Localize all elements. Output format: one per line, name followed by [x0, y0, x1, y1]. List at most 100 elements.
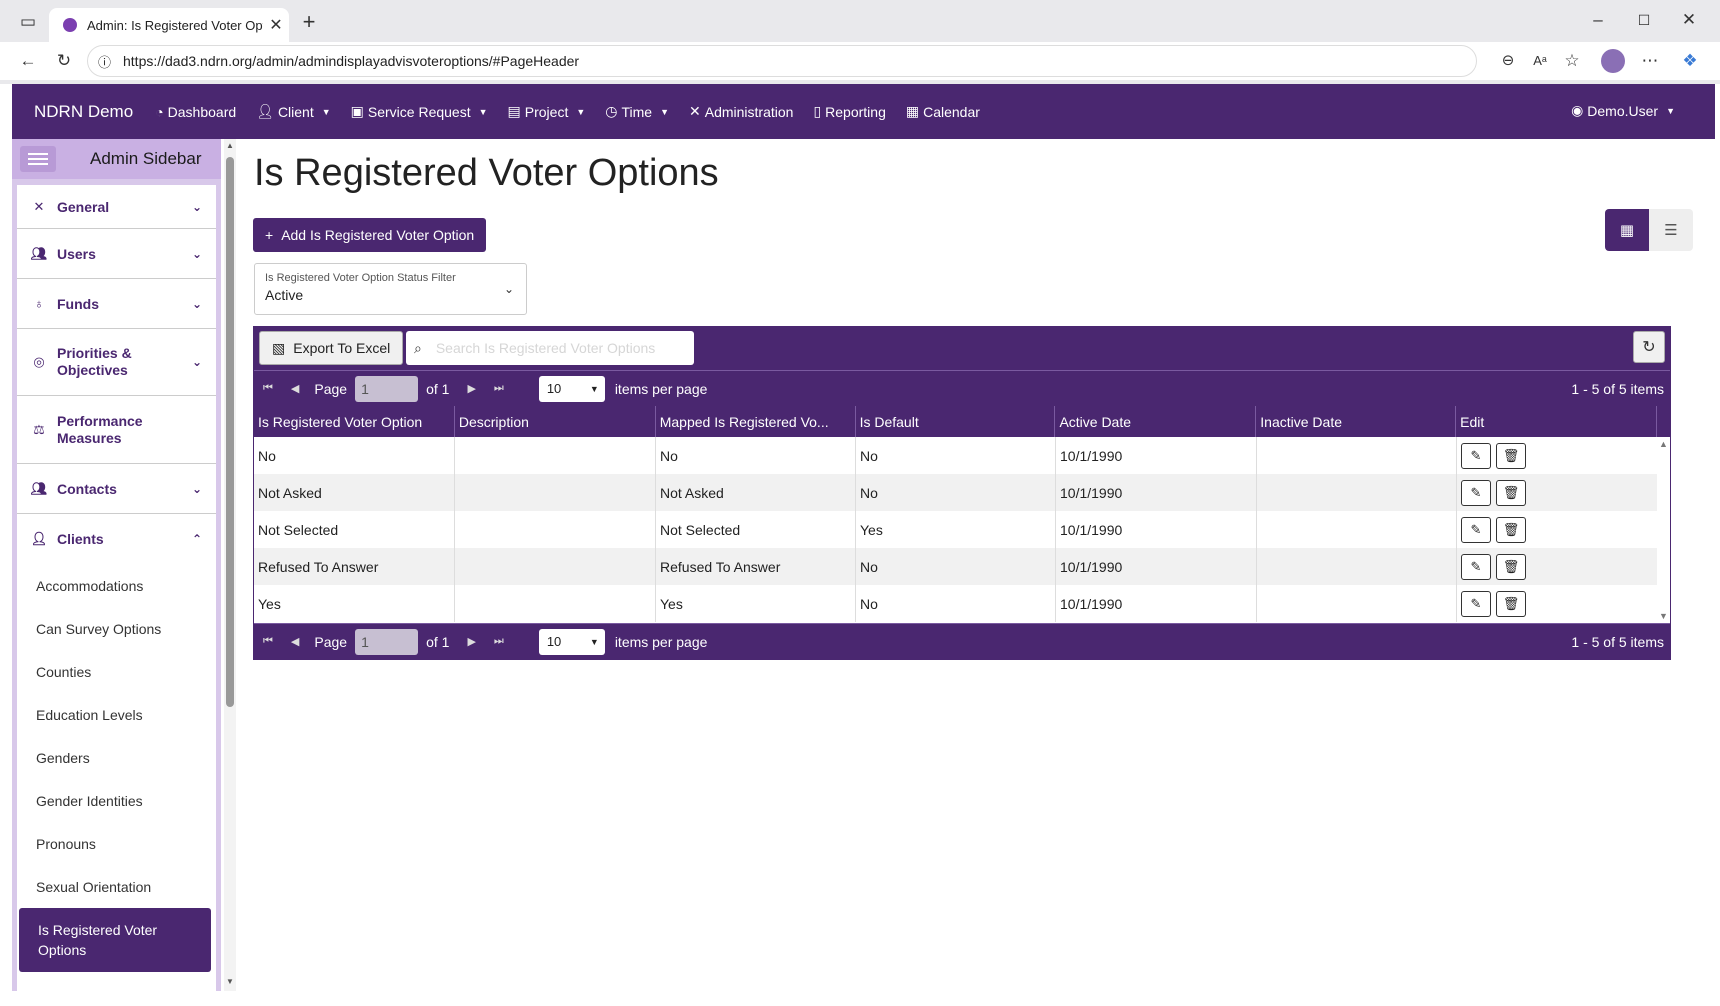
delete-icon[interactable]: 🗑︎: [1496, 590, 1526, 617]
sidebar-item-performance-measures[interactable]: ⚖︎ Performance Measures: [17, 396, 216, 464]
new-tab-icon[interactable]: +: [295, 8, 323, 36]
edit-icon[interactable]: ✎: [1461, 553, 1491, 580]
sidebar-item-funds[interactable]: ♁ Funds ⌄: [17, 279, 216, 329]
sidebar-subitem[interactable]: Accommodations: [17, 564, 216, 607]
last-page-icon[interactable]: ⏭: [494, 382, 504, 395]
sidebar-subitem[interactable]: Can Survey Options: [17, 607, 216, 650]
sidebar-scrollbar[interactable]: ▲ ▼: [224, 139, 236, 991]
sidebar-subitem[interactable]: Gender Identities: [17, 779, 216, 822]
user-icon: 👤︎: [256, 103, 274, 119]
page-size-select[interactable]: 10 ▼: [538, 628, 605, 655]
scrollbar-thumb[interactable]: [226, 157, 234, 707]
scroll-up-icon[interactable]: ▲: [226, 141, 234, 150]
filter-label: Is Registered Voter Option Status Filter: [265, 272, 456, 284]
sidebar-subitem[interactable]: Genders: [17, 736, 216, 779]
page-size-select[interactable]: 10 ▼: [538, 375, 605, 402]
minimize-icon[interactable]: –: [1584, 6, 1612, 34]
edit-icon[interactable]: ✎: [1461, 479, 1491, 506]
scroll-up-icon[interactable]: ▲: [1657, 439, 1670, 449]
browser-tab[interactable]: Admin: Is Registered Voter Option ✕: [49, 8, 289, 42]
grid-view-icon[interactable]: ▦: [1605, 209, 1649, 251]
first-page-icon[interactable]: ⏮: [263, 382, 273, 395]
sidebar-item-label: Users: [57, 245, 96, 262]
profile-avatar[interactable]: [1601, 49, 1625, 73]
sidebar-item-general[interactable]: ✕ General ⌄: [17, 185, 216, 229]
delete-icon[interactable]: 🗑︎: [1496, 516, 1526, 543]
tab-actions-icon[interactable]: ▭: [14, 8, 42, 36]
sidebar-item-priorities[interactable]: ◎ Priorities & Objectives ⌄: [17, 329, 216, 396]
sidebar-item-users[interactable]: 👥︎ Users ⌄: [17, 229, 216, 279]
dashboard-icon: ◔: [155, 103, 164, 120]
table-row: Not Asked Not Asked No 10/1/1990 ✎ 🗑︎: [254, 474, 1670, 511]
search-input[interactable]: ⌕ Search Is Registered Voter Options: [406, 331, 694, 365]
page-input[interactable]: 1: [355, 375, 419, 402]
nav-time[interactable]: ◷ Time ▼: [605, 103, 669, 120]
prev-page-icon[interactable]: ◀: [291, 635, 299, 648]
address-bar[interactable]: ⓘ https://dad3.ndrn.org/admin/admindispl…: [87, 45, 1477, 77]
page-input[interactable]: 1: [355, 628, 419, 655]
more-icon[interactable]: ⋯: [1636, 47, 1664, 75]
column-header[interactable]: Mapped Is Registered Vo...: [656, 406, 856, 437]
add-option-button[interactable]: + Add Is Registered Voter Option: [253, 218, 487, 252]
edit-icon[interactable]: ✎: [1461, 590, 1491, 617]
grid-scrollbar[interactable]: ▲ ▼: [1657, 437, 1670, 623]
user-menu[interactable]: ◉ Demo.User ▼: [1571, 102, 1675, 119]
sidebar-subitem[interactable]: Sexual Orientation: [17, 865, 216, 908]
maximize-icon[interactable]: ☐: [1630, 6, 1658, 34]
edit-icon[interactable]: ✎: [1461, 516, 1491, 543]
edit-icon[interactable]: ✎: [1461, 442, 1491, 469]
reload-icon[interactable]: ↻: [50, 47, 78, 75]
sidebar-item-contacts[interactable]: 👥︎ Contacts ⌄: [17, 464, 216, 514]
sidebar-subitem[interactable]: Pronouns: [17, 822, 216, 865]
scroll-down-icon[interactable]: ▼: [1657, 611, 1670, 621]
nav-label: Dashboard: [167, 103, 237, 120]
column-header[interactable]: Edit: [1456, 406, 1658, 437]
back-icon[interactable]: ←: [14, 47, 42, 75]
prev-page-icon[interactable]: ◀: [291, 382, 299, 395]
close-window-icon[interactable]: ✕: [1675, 6, 1703, 34]
next-page-icon[interactable]: ▶: [467, 382, 475, 395]
refresh-button[interactable]: ↻: [1633, 331, 1665, 363]
page-of-label: of 1: [426, 380, 450, 397]
list-view-icon[interactable]: ☰: [1649, 209, 1693, 251]
column-header[interactable]: Description: [455, 406, 656, 437]
zoom-icon[interactable]: ⊖: [1494, 47, 1522, 75]
nav-client[interactable]: 👤︎ Client ▼: [256, 103, 331, 120]
sidebar-subitem-active[interactable]: Is Registered Voter Options: [19, 908, 211, 972]
nav-reporting[interactable]: ▯ Reporting: [813, 103, 885, 120]
export-excel-button[interactable]: ▧ Export To Excel: [259, 331, 404, 365]
caret-down-icon: ▼: [589, 636, 599, 647]
column-header[interactable]: Is Registered Voter Option: [254, 406, 455, 437]
column-header[interactable]: Active Date: [1055, 406, 1257, 437]
delete-icon[interactable]: 🗑︎: [1496, 442, 1526, 469]
copilot-icon[interactable]: ❖: [1676, 47, 1704, 75]
site-info-icon[interactable]: ⓘ: [98, 52, 111, 71]
last-page-icon[interactable]: ⏭: [494, 635, 504, 648]
status-filter-select[interactable]: Is Registered Voter Option Status Filter…: [254, 263, 527, 315]
nav-label: Reporting: [825, 103, 886, 120]
caret-down-icon: ▼: [478, 106, 488, 117]
nav-calendar[interactable]: ▦ Calendar: [906, 103, 980, 120]
close-tab-icon[interactable]: ✕: [263, 15, 289, 35]
nav-dashboard[interactable]: ◔ Dashboard: [155, 104, 236, 120]
nav-administration[interactable]: ✕ Administration: [689, 103, 793, 120]
delete-icon[interactable]: 🗑︎: [1496, 553, 1526, 580]
chevron-down-icon: ⌄: [191, 199, 202, 214]
column-header[interactable]: Inactive Date: [1256, 406, 1457, 437]
scroll-down-icon[interactable]: ▼: [226, 977, 234, 986]
nav-service-request[interactable]: ▣ Service Request ▼: [351, 103, 488, 120]
delete-icon[interactable]: 🗑︎: [1496, 479, 1526, 506]
brand-link[interactable]: NDRN Demo: [34, 102, 133, 122]
sidebar-subitem[interactable]: Education Levels: [17, 693, 216, 736]
next-page-icon[interactable]: ▶: [467, 635, 475, 648]
cell-option: Not Selected: [254, 511, 455, 548]
nav-project[interactable]: ▤ Project ▼: [508, 103, 586, 120]
favorite-icon[interactable]: ☆: [1558, 47, 1586, 75]
read-aloud-icon[interactable]: Aᵃ: [1526, 47, 1554, 75]
view-toggle-group: ▦ ☰: [1605, 209, 1693, 251]
sidebar-item-clients[interactable]: 👤︎ Clients ⌃: [17, 514, 216, 564]
first-page-icon[interactable]: ⏮: [263, 635, 273, 648]
sidebar-subitem[interactable]: Counties: [17, 650, 216, 693]
column-header[interactable]: Is Default: [856, 406, 1056, 437]
hamburger-icon[interactable]: [20, 146, 56, 172]
